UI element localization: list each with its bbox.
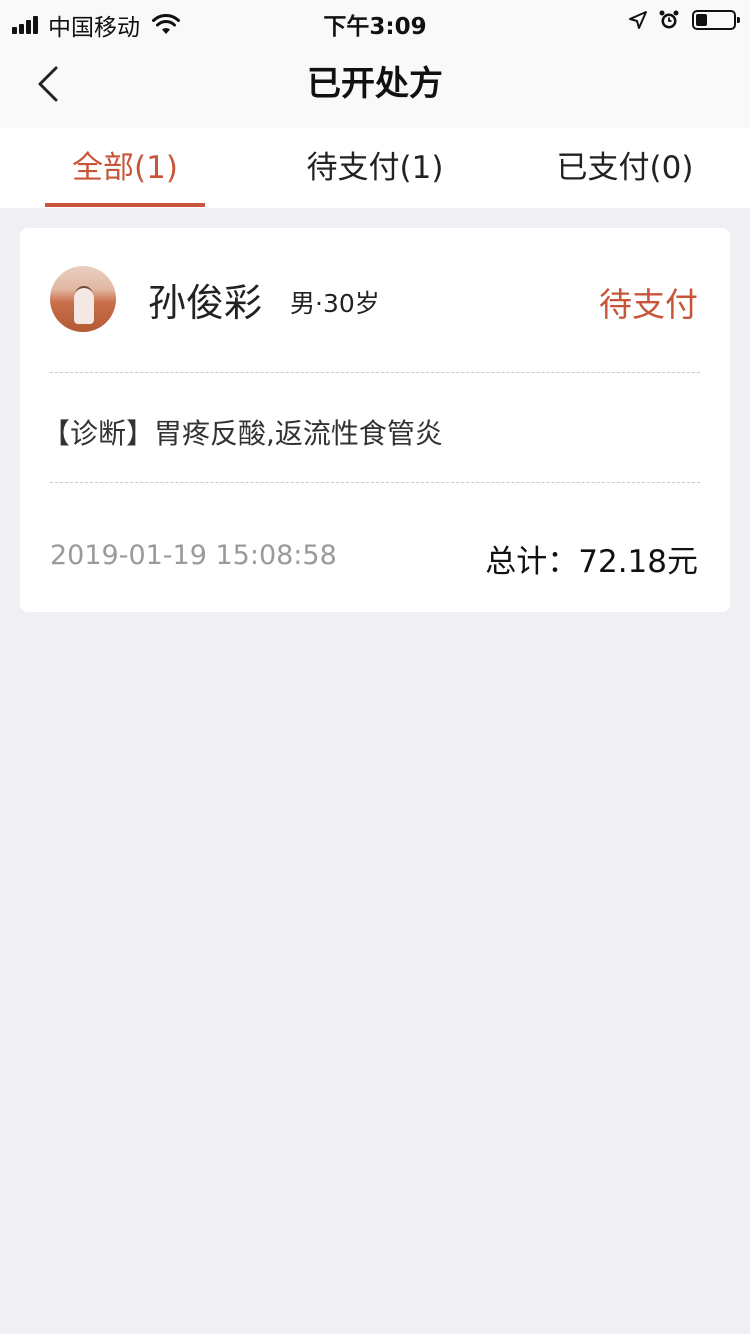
avatar-figure — [74, 288, 94, 324]
navigation-bar: 已开处方 — [0, 40, 750, 128]
prescription-datetime: 2019-01-19 15:08:58 — [50, 540, 337, 571]
tab-paid[interactable]: 已支付(0) — [545, 128, 705, 208]
battery-icon — [692, 10, 740, 30]
patient-name: 孙俊彩 — [148, 281, 263, 325]
divider — [50, 482, 700, 483]
location-icon — [629, 11, 647, 29]
prescription-card[interactable]: 孙俊彩 男·30岁 待支付 【诊断】胃疼反酸,返流性食管炎 2019-01-19… — [20, 228, 730, 612]
active-tab-indicator — [45, 203, 205, 207]
prescription-total: 总计：72.18元 — [485, 544, 698, 580]
divider — [50, 372, 700, 373]
diagnosis-text: 【诊断】胃疼反酸,返流性食管炎 — [42, 417, 443, 450]
tab-pending-payment[interactable]: 待支付(1) — [295, 128, 455, 208]
status-badge: 待支付 — [599, 285, 698, 324]
alarm-icon — [659, 10, 679, 29]
battery-level-fill — [696, 14, 707, 26]
patient-gender-age: 男·30岁 — [290, 289, 380, 318]
status-bar: 中国移动 下午3:09 — [0, 0, 750, 41]
page-title: 已开处方 — [307, 64, 443, 104]
tab-bar: 全部(1) 待支付(1) 已支付(0) — [0, 128, 750, 208]
tab-all[interactable]: 全部(1) — [45, 128, 205, 208]
avatar — [50, 266, 116, 332]
status-bar-right — [618, 9, 740, 31]
